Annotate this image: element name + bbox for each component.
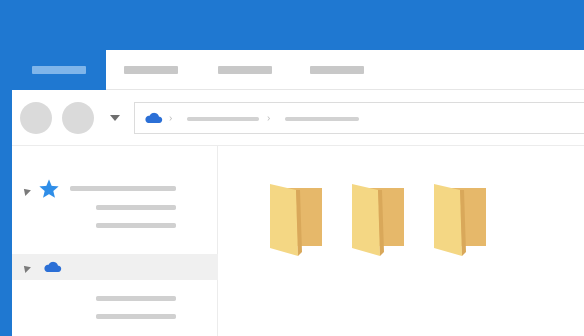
onedrive-child[interactable] (96, 296, 176, 301)
quick-access-label[interactable] (70, 186, 176, 191)
breadcrumb-separator: › (267, 113, 271, 124)
breadcrumb-item[interactable] (285, 117, 359, 121)
cloud-icon (145, 112, 163, 123)
navigation-bar: › › (12, 90, 584, 146)
window-border (0, 0, 12, 336)
recent-locations-dropdown[interactable] (110, 115, 120, 121)
forward-button[interactable] (62, 102, 94, 134)
quick-access-child[interactable] (96, 223, 176, 228)
file-explorer-window: › › (0, 0, 584, 336)
tab-file-label (32, 66, 86, 74)
tab-share[interactable] (218, 66, 272, 74)
tab-home[interactable] (124, 66, 178, 74)
folder-icon[interactable] (268, 184, 326, 256)
tab-file[interactable] (12, 50, 106, 90)
folder-icon[interactable] (350, 184, 408, 256)
back-button[interactable] (20, 102, 52, 134)
explorer-body: › › (12, 50, 584, 336)
cloud-icon (44, 261, 62, 272)
star-icon (39, 179, 59, 198)
breadcrumb-item[interactable] (187, 117, 259, 121)
expand-arrow-icon[interactable] (21, 186, 31, 196)
navigation-pane (12, 146, 218, 336)
quick-access-child[interactable] (96, 205, 176, 210)
breadcrumb-separator: › (169, 113, 173, 124)
address-bar[interactable]: › › (134, 102, 584, 134)
tab-view[interactable] (310, 66, 364, 74)
onedrive-child[interactable] (96, 314, 176, 319)
folder-icon[interactable] (432, 184, 490, 256)
ribbon-tabs (12, 50, 584, 90)
